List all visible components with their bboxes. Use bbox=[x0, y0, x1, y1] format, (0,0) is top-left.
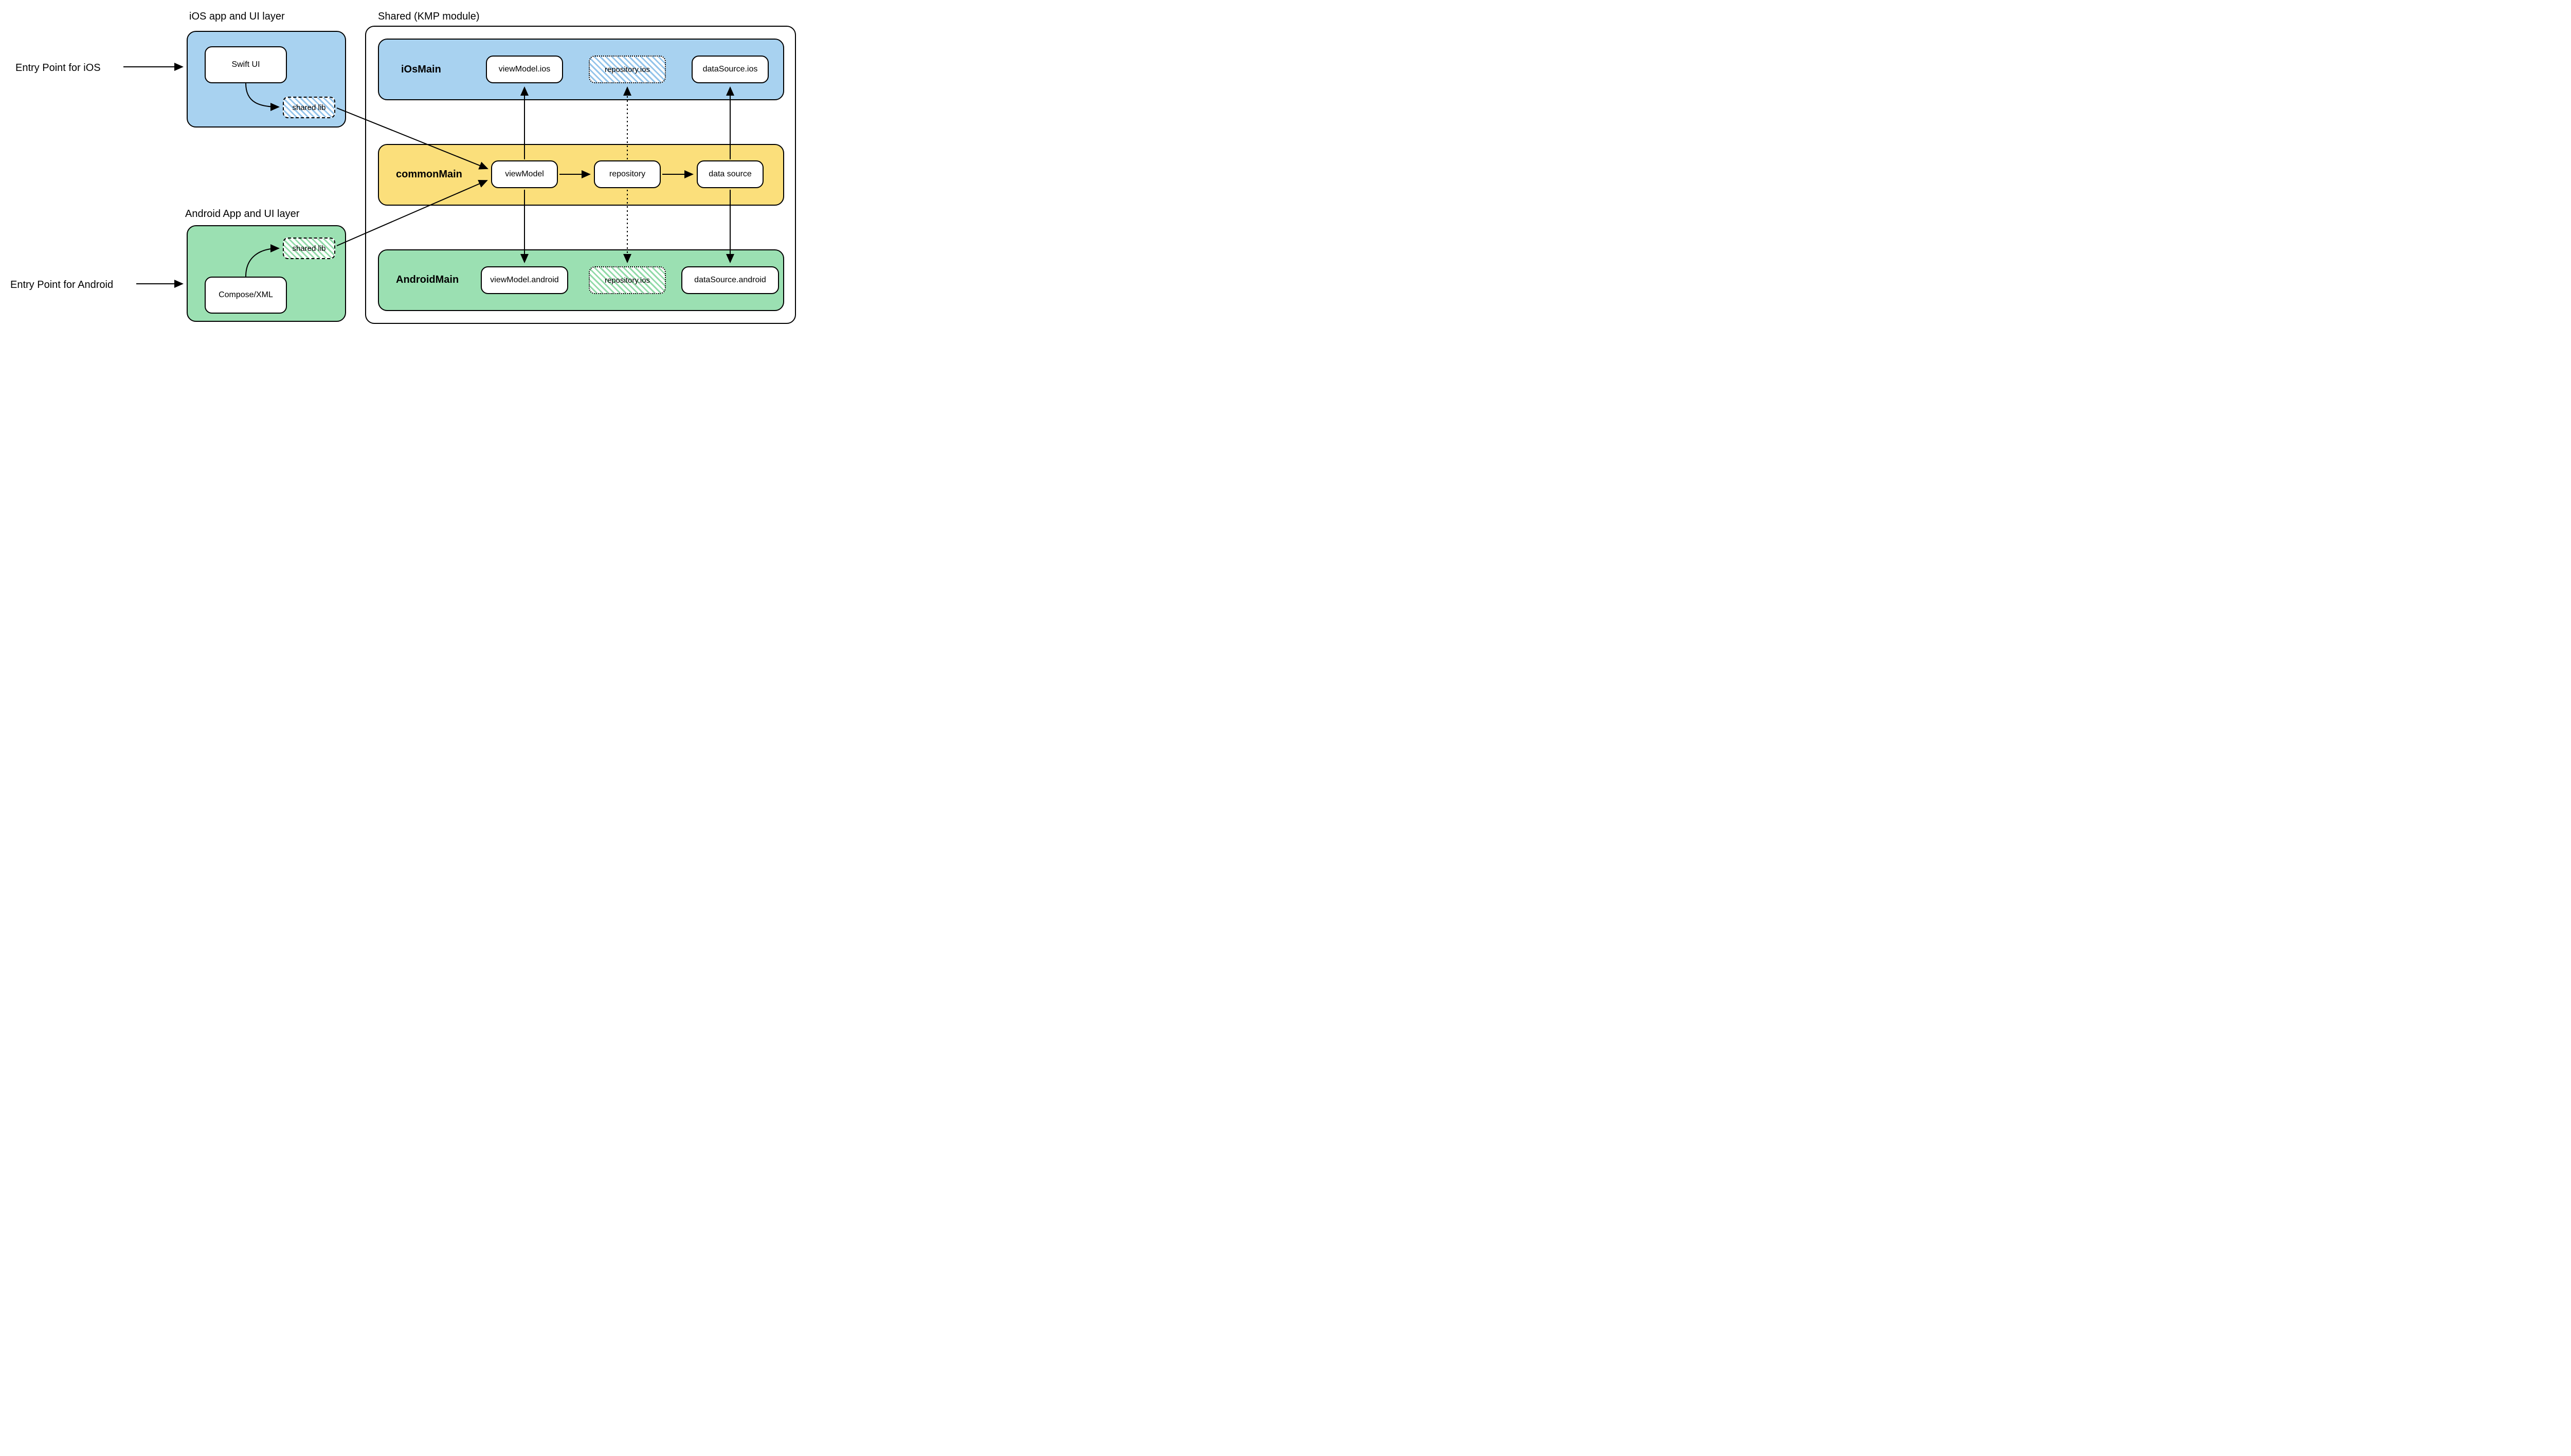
viewmodel-android-box: viewModel.android bbox=[481, 266, 568, 294]
entry-point-android-label: Entry Point for Android bbox=[10, 279, 113, 291]
diagram-canvas: iOS app and UI layer Shared (KMP module)… bbox=[0, 0, 812, 332]
repository-box: repository bbox=[594, 160, 661, 188]
ios-shared-lib-box: shared lib bbox=[283, 97, 335, 118]
shared-module-title: Shared (KMP module) bbox=[378, 10, 480, 23]
android-main-title: AndroidMain bbox=[396, 274, 459, 286]
viewmodel-ios-box: viewModel.ios bbox=[486, 56, 563, 83]
common-main-title: commonMain bbox=[396, 169, 462, 180]
android-layer-title: Android App and UI layer bbox=[185, 208, 299, 220]
datasource-ios-box: dataSource.ios bbox=[692, 56, 769, 83]
ios-layer-title: iOS app and UI layer bbox=[189, 10, 285, 23]
repository-android-box: repository.ios bbox=[589, 266, 666, 294]
swift-ui-box: Swift UI bbox=[205, 46, 287, 83]
datasource-box: data source bbox=[697, 160, 764, 188]
repository-ios-box: repository.ios bbox=[589, 56, 666, 83]
entry-point-ios-label: Entry Point for iOS bbox=[15, 62, 101, 74]
datasource-android-box: dataSource.android bbox=[681, 266, 779, 294]
viewmodel-box: viewModel bbox=[491, 160, 558, 188]
compose-xml-box: Compose/XML bbox=[205, 277, 287, 314]
android-shared-lib-box: shared lib bbox=[283, 238, 335, 259]
ios-main-title: iOsMain bbox=[401, 64, 441, 76]
